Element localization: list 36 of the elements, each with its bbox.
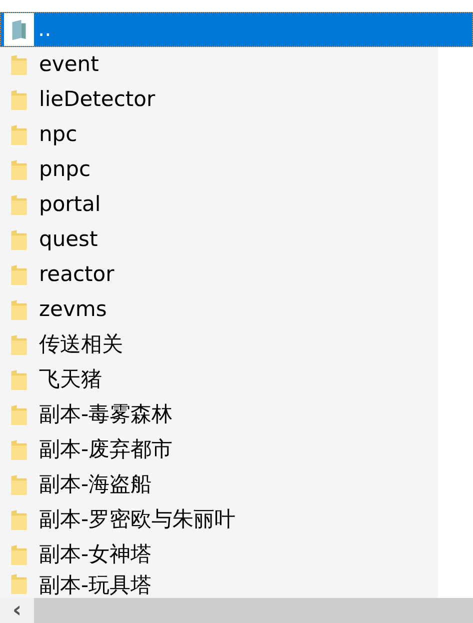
folder-icon [10, 54, 28, 76]
folder-icon [10, 334, 28, 356]
folder-row[interactable]: 副本-女神塔 [0, 537, 438, 572]
folder-row[interactable]: 副本-海盗船 [0, 467, 438, 502]
folder-icon [10, 194, 28, 216]
folder-icon [10, 298, 28, 320]
folder-icon [10, 404, 28, 426]
folder-icon [10, 438, 28, 460]
folder-row[interactable]: 飞天猪 [0, 362, 438, 397]
folder-row[interactable]: reactor [0, 257, 438, 292]
folder-row[interactable]: quest [0, 222, 438, 257]
folder-icon [10, 264, 28, 286]
folder-icon [10, 228, 28, 250]
folder-row[interactable]: pnpc [0, 152, 438, 187]
folder-row[interactable]: zevms [0, 292, 438, 327]
folder-row[interactable]: 副本-废弃都市 [0, 432, 438, 467]
folder-icon [10, 544, 28, 566]
folder-row[interactable]: 副本-罗密欧与朱丽叶 [0, 502, 438, 537]
folder-icon [10, 474, 28, 496]
folder-row[interactable]: 传送相关 [0, 327, 438, 362]
folder-icon [10, 573, 28, 595]
folder-up-icon [4, 13, 34, 46]
folder-icon [10, 508, 28, 530]
horizontal-scrollbar[interactable]: ‹ [0, 598, 473, 623]
folder-row[interactable]: .. [0, 12, 473, 47]
folder-icon [10, 368, 28, 390]
folder-row[interactable]: 副本-玩具塔 [0, 572, 438, 598]
scroll-left-button[interactable]: ‹ [0, 598, 34, 623]
folder-row[interactable]: event [0, 47, 438, 82]
folder-row[interactable]: npc [0, 117, 438, 152]
folder-icon [10, 124, 28, 146]
folder-row[interactable]: lieDetector [0, 82, 438, 117]
folder-icon [10, 158, 28, 180]
folder-row[interactable]: portal [0, 187, 438, 222]
folder-row[interactable]: 副本-毒雾森林 [0, 397, 438, 432]
folder-icon [10, 88, 28, 110]
